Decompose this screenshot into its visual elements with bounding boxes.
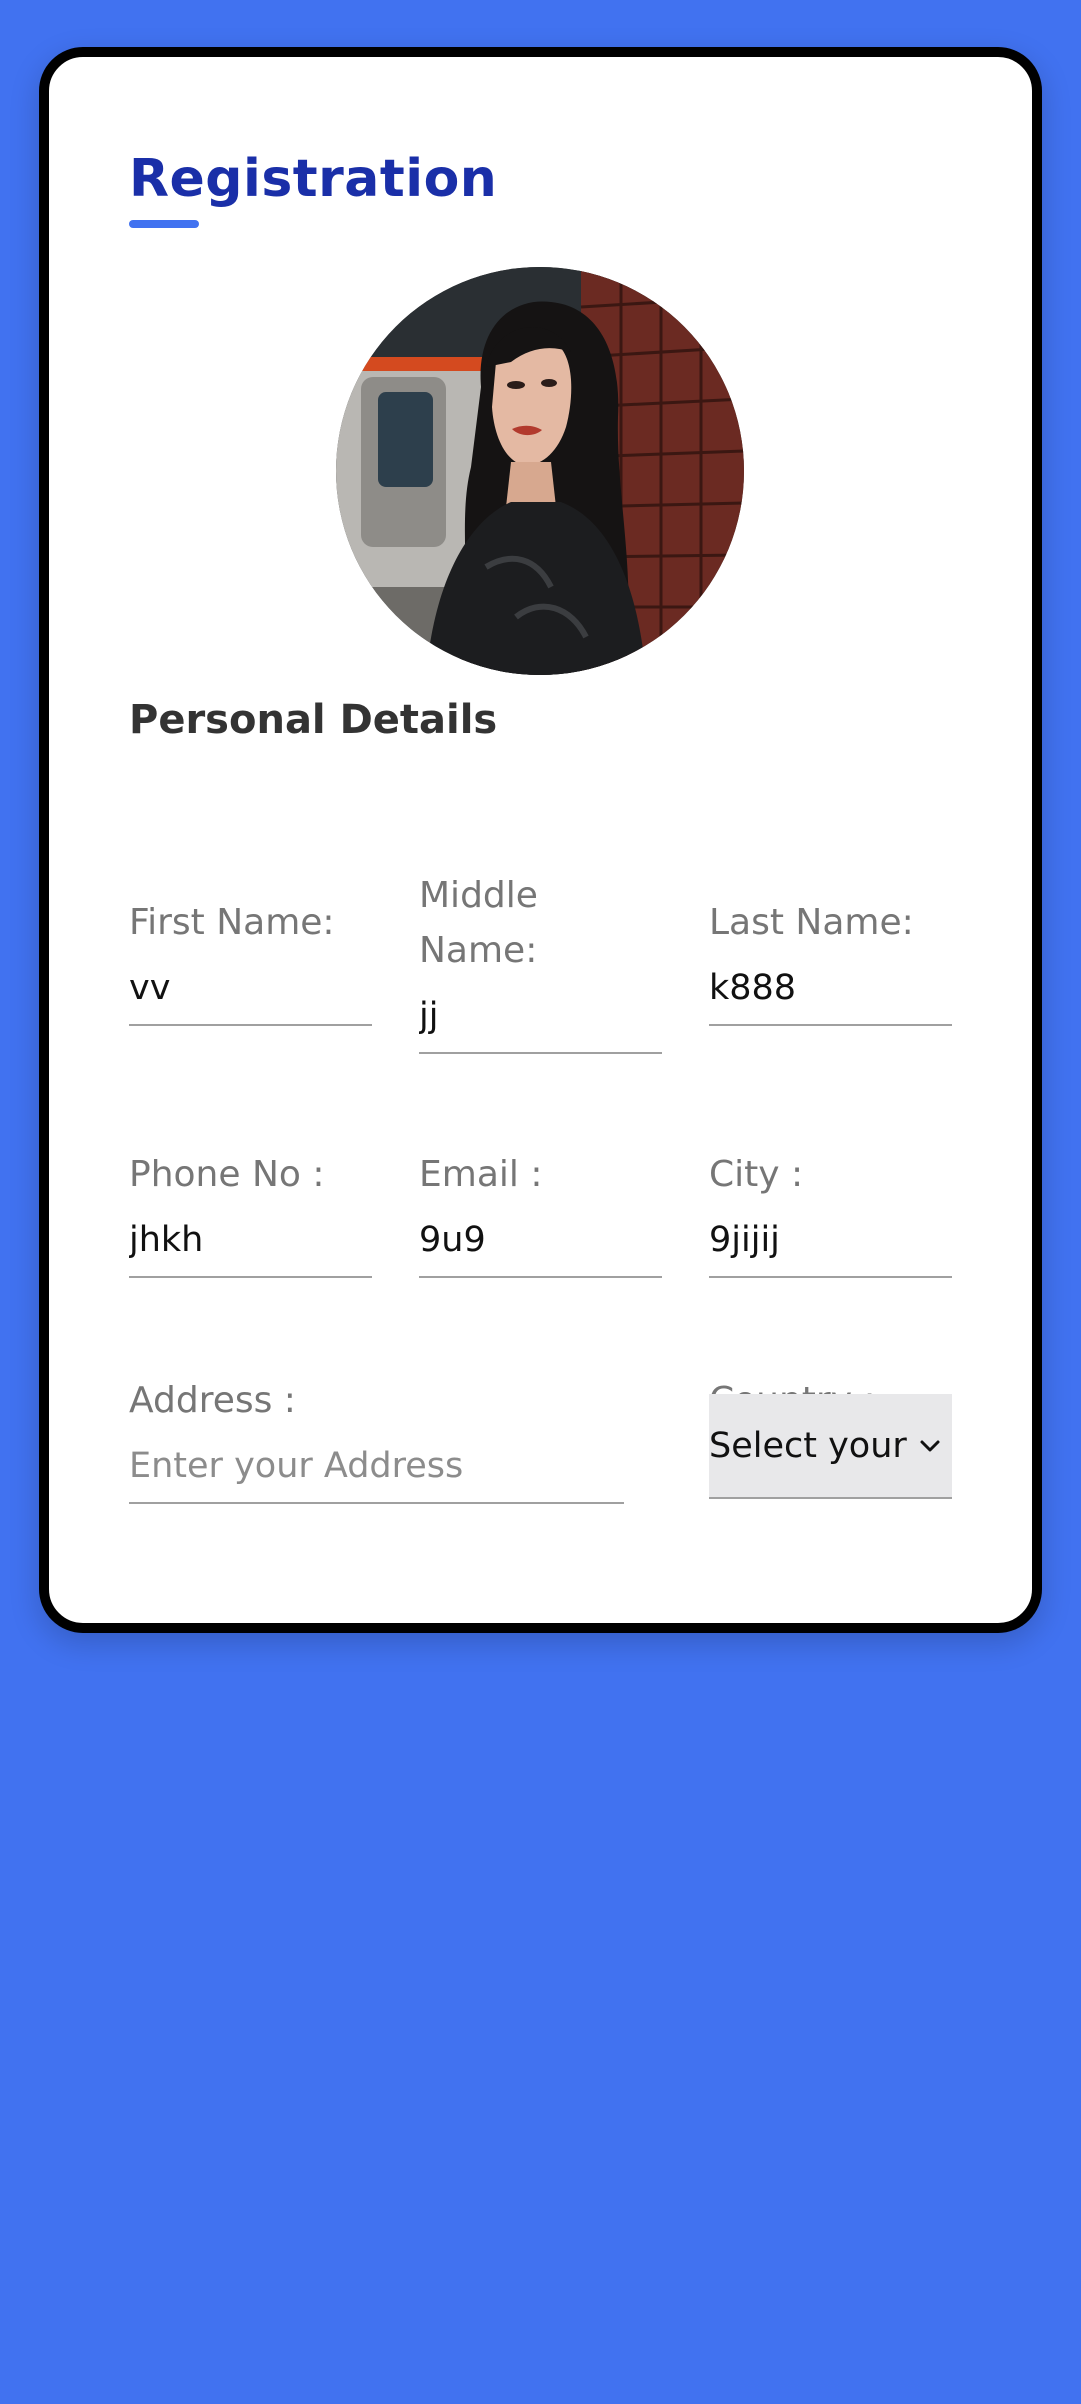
email-label: Email : [419,1154,543,1195]
phone-field: Phone No : jhkh [129,1147,372,1278]
email-input[interactable]: 9u9 [419,1213,662,1268]
section-title-personal-details: Personal Details [129,697,498,743]
email-field: Email : 9u9 [419,1147,662,1278]
middle-name-underline [419,1052,662,1054]
last-name-input[interactable]: k888 [709,961,952,1016]
city-field: City : 9jijij [709,1147,952,1278]
middle-name-field: Middle Name: jj [419,868,662,1054]
last-name-field: Last Name: k888 [709,895,952,1026]
middle-name-input[interactable]: jj [419,989,662,1044]
phone-underline [129,1276,372,1278]
email-underline [419,1276,662,1278]
last-name-underline [709,1024,952,1026]
title-underline [129,220,199,228]
first-name-underline [129,1024,372,1026]
country-select-value: Select your [709,1425,907,1466]
first-name-input[interactable]: vv [129,961,372,1016]
first-name-label: First Name: [129,902,335,943]
country-select[interactable]: Select your [709,1394,952,1499]
address-field: Address : Enter your Address [129,1373,624,1504]
city-input[interactable]: 9jijij [709,1213,952,1268]
registration-card: Registration Personal Details First Name… [39,47,1042,1633]
city-underline [709,1276,952,1278]
phone-label: Phone No : [129,1154,325,1195]
address-underline [129,1502,624,1504]
chevron-down-icon [920,1440,940,1451]
profile-avatar[interactable] [336,267,744,675]
phone-input[interactable]: jhkh [129,1213,372,1268]
city-label: City : [709,1154,804,1195]
address-label: Address : [129,1380,296,1421]
address-input[interactable]: Enter your Address [129,1439,624,1494]
first-name-field: First Name: vv [129,895,372,1026]
profile-photo-icon [336,267,744,675]
page-title: Registration [129,149,498,209]
middle-name-label: Middle Name: [419,875,538,971]
last-name-label: Last Name: [709,902,914,943]
